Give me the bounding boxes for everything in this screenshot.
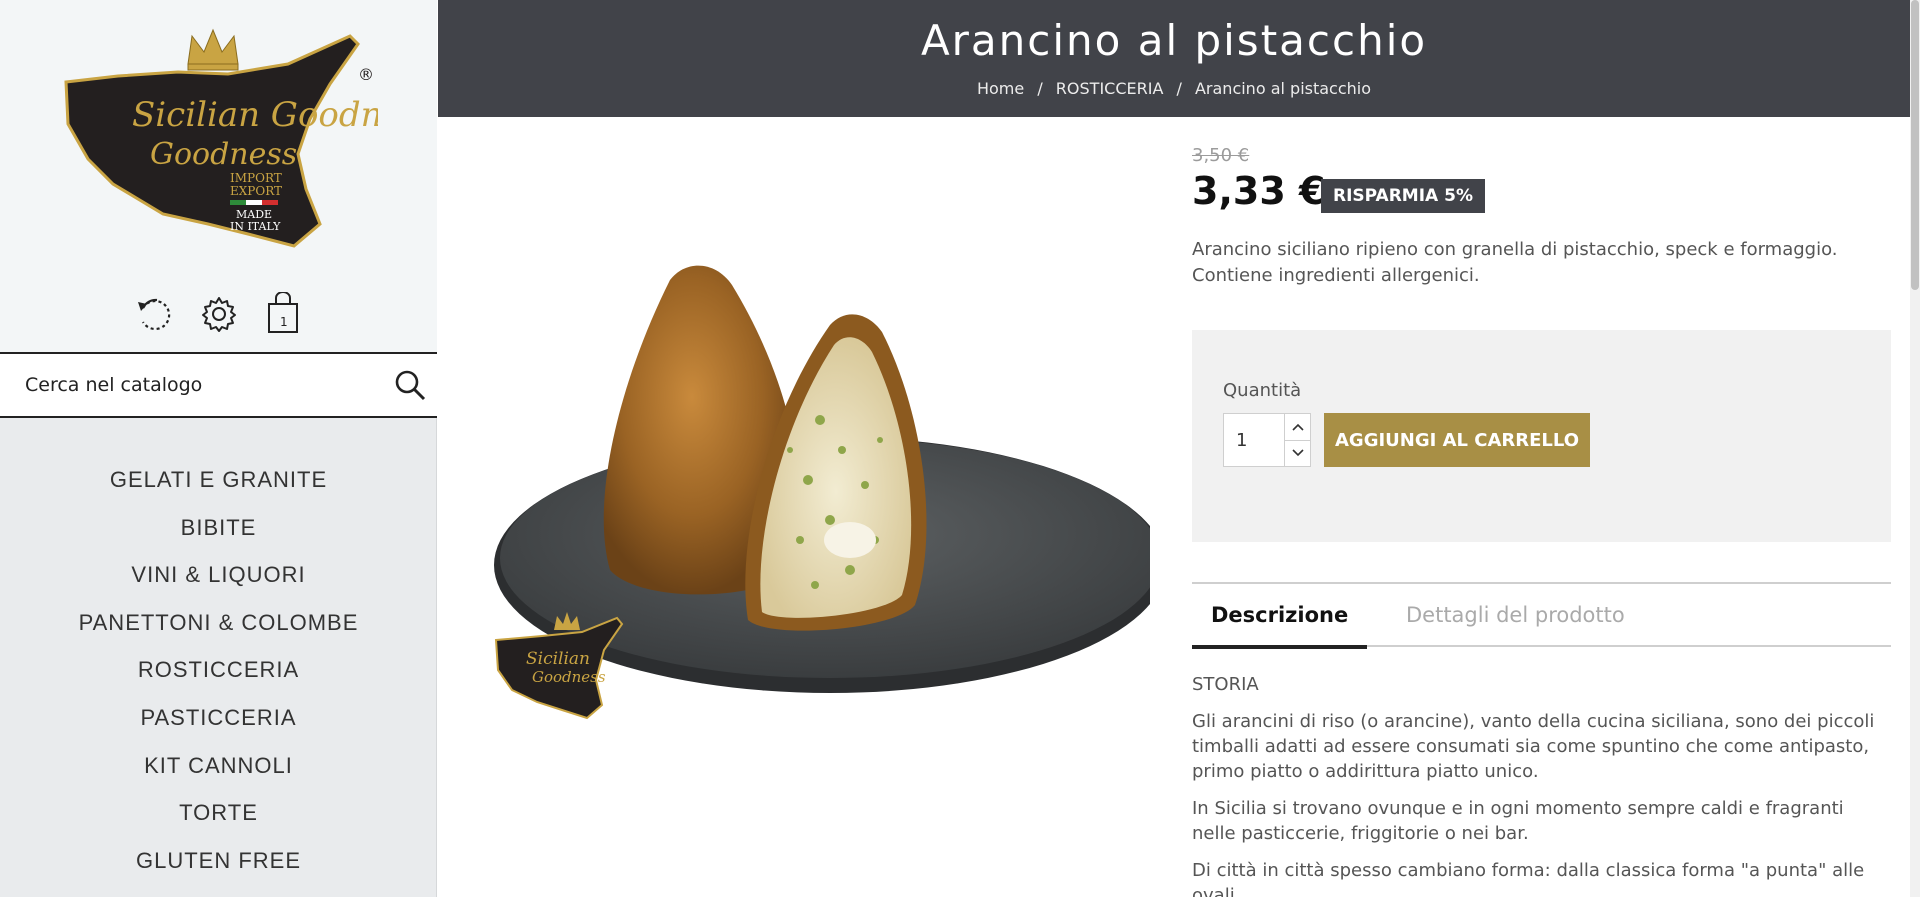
- menu-item-kit-cannoli[interactable]: KIT CANNOLI: [0, 742, 437, 790]
- brand-logo[interactable]: Sicilian Goodness Goodness IMPORT EXPORT…: [58, 24, 378, 249]
- svg-text:Goodness: Goodness: [532, 668, 606, 686]
- menu-item-rosticceria[interactable]: ROSTICCERIA: [0, 646, 437, 694]
- search-bar: [0, 352, 437, 418]
- svg-text:Goodness: Goodness: [150, 137, 297, 172]
- menu-item-bibite[interactable]: BIBITE: [0, 504, 437, 552]
- tab-descrizione[interactable]: Descrizione: [1192, 584, 1368, 649]
- quantity-label: Quantità: [1223, 380, 1302, 401]
- menu-item-panettoni-colombe[interactable]: PANETTONI & COLOMBE: [0, 599, 437, 647]
- history-icon: [137, 298, 170, 331]
- search-input[interactable]: [0, 354, 383, 416]
- breadcrumb-home[interactable]: Home: [977, 79, 1024, 98]
- breadcrumb-current: Arancino al pistacchio: [1194, 79, 1372, 98]
- chevron-down-icon: [1291, 449, 1304, 457]
- menu-item-gluten-free[interactable]: GLUTEN FREE: [0, 837, 437, 885]
- category-menu: GELATI E GRANITE BIBITE VINI & LIQUORI P…: [0, 456, 437, 884]
- watermark-logo: Sicilian Goodness: [494, 612, 624, 720]
- quantity-stepper: [1223, 413, 1311, 467]
- history-button[interactable]: [133, 292, 177, 336]
- quantity-arrows: [1284, 414, 1310, 466]
- breadcrumb-separator: /: [1176, 79, 1182, 98]
- product-image[interactable]: Sicilian Goodness: [470, 240, 1150, 740]
- page: Sicilian Goodness Goodness IMPORT EXPORT…: [0, 0, 1920, 897]
- settings-button[interactable]: [197, 292, 241, 336]
- svg-text:Sicilian: Sicilian: [526, 649, 590, 669]
- gear-icon: [201, 297, 236, 332]
- breadcrumb-rosticceria[interactable]: ROSTICCERIA: [1056, 79, 1164, 98]
- description-paragraph: Gli arancini di riso (o arancine), vanto…: [1192, 711, 1875, 782]
- svg-text:IMPORT: IMPORT: [230, 171, 282, 185]
- crown-icon: [187, 28, 239, 71]
- sidebar-header: Sicilian Goodness Goodness IMPORT EXPORT…: [0, 0, 437, 352]
- svg-text:IN ITALY: IN ITALY: [230, 220, 281, 233]
- svg-text:EXPORT: EXPORT: [230, 184, 282, 198]
- svg-text:Sicilian Goodness: Sicilian Goodness: [132, 95, 378, 135]
- product-tabs: Descrizione Dettagli del prodotto: [1192, 582, 1891, 649]
- search-button[interactable]: [383, 354, 437, 416]
- user-toolbar: 1: [0, 292, 437, 336]
- breadcrumb-separator: /: [1037, 79, 1043, 98]
- quantity-input[interactable]: [1224, 414, 1284, 466]
- menu-item-gelati-e-granite[interactable]: GELATI E GRANITE: [0, 456, 437, 504]
- cart-button[interactable]: 1: [261, 292, 305, 336]
- old-price: 3,50 €: [1192, 145, 1250, 166]
- cart-count: 1: [280, 315, 288, 329]
- discount-badge: RISPARMIA 5%: [1321, 179, 1485, 213]
- menu-item-pasticceria[interactable]: PASTICCERIA: [0, 694, 437, 742]
- description-content: STORIA Gli arancini di riso (o arancine)…: [1192, 672, 1882, 897]
- description-paragraph: In Sicilia si trovano ovunque e in ogni …: [1192, 798, 1844, 844]
- svg-text:®: ®: [358, 65, 374, 84]
- page-header: Arancino al pistacchio Home / ROSTICCERI…: [438, 0, 1910, 117]
- tab-dettagli-prodotto[interactable]: Dettagli del prodotto: [1387, 584, 1644, 647]
- chevron-up-icon: [1291, 423, 1304, 431]
- page-title: Arancino al pistacchio: [920, 16, 1428, 65]
- short-description: Arancino siciliano ripieno con granella …: [1192, 239, 1838, 286]
- menu-item-vini-liquori[interactable]: VINI & LIQUORI: [0, 551, 437, 599]
- shopping-bag-icon: 1: [267, 292, 298, 333]
- current-price: 3,33 €: [1192, 169, 1326, 213]
- scrollbar-thumb[interactable]: [1911, 0, 1919, 290]
- add-to-cart-button[interactable]: AGGIUNGI AL CARRELLO: [1324, 413, 1590, 467]
- quantity-increase-button[interactable]: [1285, 414, 1310, 440]
- description-paragraph: Di città in città spesso cambiano forma:…: [1192, 860, 1865, 897]
- menu-item-torte[interactable]: TORTE: [0, 789, 437, 837]
- add-to-cart-box: Quantità AGGIUNGI AL CARRELLO: [1192, 330, 1891, 542]
- description-heading: STORIA: [1192, 674, 1259, 695]
- quantity-decrease-button[interactable]: [1285, 439, 1310, 467]
- breadcrumb: Home / ROSTICCERIA / Arancino al pistacc…: [438, 79, 1910, 98]
- sidebar: Sicilian Goodness Goodness IMPORT EXPORT…: [0, 0, 437, 897]
- search-icon: [395, 370, 426, 401]
